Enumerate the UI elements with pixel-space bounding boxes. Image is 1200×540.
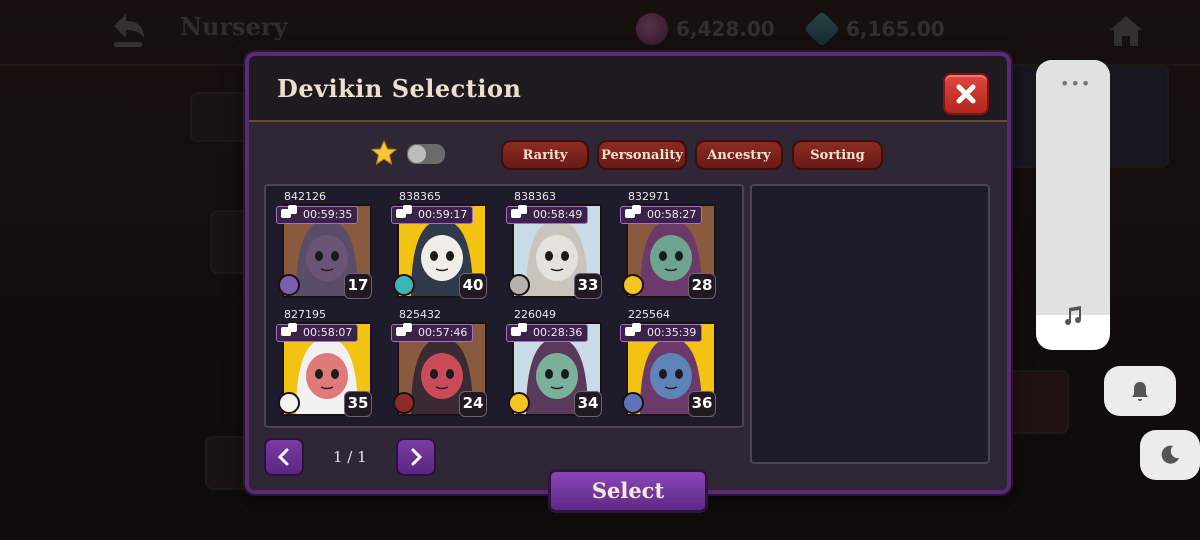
moon-icon — [622, 392, 644, 414]
timer-hand-icon — [625, 323, 641, 336]
toggle-knob — [408, 145, 426, 163]
timer-hand-icon — [396, 205, 412, 218]
incubation-timer: 00:59:17 — [391, 205, 474, 224]
devikin-id: 838363 — [514, 190, 556, 203]
devikin-card[interactable]: 842126 00:59:35 17 — [270, 188, 372, 304]
select-button[interactable]: Select — [548, 469, 708, 513]
skull-icon — [508, 274, 530, 296]
timer-hand-icon — [281, 323, 297, 336]
devikin-id: 825432 — [399, 308, 441, 321]
devikin-id: 827195 — [284, 308, 326, 321]
incubation-timer: 00:58:27 — [620, 205, 703, 224]
devikin-card[interactable]: 225564 00:35:39 36 — [614, 306, 716, 422]
system-volume-panel[interactable]: ••• — [1036, 60, 1110, 350]
next-page-button[interactable] — [396, 438, 436, 476]
timer-hand-icon — [511, 323, 527, 336]
more-options-icon[interactable]: ••• — [1060, 74, 1091, 93]
sorting-filter-button[interactable]: Sorting — [792, 140, 883, 170]
volume-track — [1036, 60, 1110, 315]
timer-text: 00:58:49 — [533, 208, 583, 221]
devikin-card[interactable]: 226049 00:28:36 34 — [500, 306, 602, 422]
timer-hand-icon — [625, 205, 641, 218]
triangle-icon — [393, 274, 415, 296]
devikin-grid: 842126 00:59:35 17 838365 00:59:17 40 838363 00… — [264, 184, 744, 428]
timer-text: 00:59:35 — [303, 208, 353, 221]
timer-text: 00:58:07 — [303, 326, 353, 339]
devikin-id: 842126 — [284, 190, 326, 203]
timer-text: 00:59:17 — [418, 208, 468, 221]
devikin-id: 832971 — [628, 190, 670, 203]
notification-button[interactable] — [1104, 366, 1176, 416]
timer-text: 00:28:36 — [533, 326, 583, 339]
devikin-card[interactable]: 838365 00:59:17 40 — [385, 188, 487, 304]
devikin-level: 24 — [459, 391, 487, 417]
flame-icon — [393, 392, 415, 414]
incubation-timer: 00:59:35 — [276, 205, 359, 224]
devikin-id: 225564 — [628, 308, 670, 321]
timer-text: 00:57:46 — [418, 326, 468, 339]
favorites-toggle[interactable] — [406, 143, 446, 165]
info-icon — [278, 392, 300, 414]
prev-page-button[interactable] — [264, 438, 304, 476]
devikin-id: 226049 — [514, 308, 556, 321]
devikin-level: 36 — [688, 391, 716, 417]
question-icon — [622, 274, 644, 296]
modal-title: Devikin Selection — [277, 74, 522, 103]
question-icon — [508, 392, 530, 414]
moon-icon — [1161, 445, 1179, 464]
timer-text: 00:58:27 — [647, 208, 697, 221]
timer-hand-icon — [396, 323, 412, 336]
devikin-card[interactable]: 838363 00:58:49 33 — [500, 188, 602, 304]
incubation-timer: 00:58:49 — [506, 205, 589, 224]
devikin-level: 28 — [688, 273, 716, 299]
devikin-selection-modal: Devikin Selection Rarity Personality Anc… — [245, 52, 1011, 513]
devikin-level: 40 — [459, 273, 487, 299]
devikin-level: 35 — [344, 391, 372, 417]
devikin-level: 17 — [344, 273, 372, 299]
incubation-timer: 00:57:46 — [391, 323, 474, 342]
music-note-icon — [1065, 306, 1082, 326]
personality-filter-button[interactable]: Personality — [597, 140, 687, 170]
close-button[interactable] — [943, 73, 989, 115]
chevron-left-icon — [277, 448, 289, 466]
devikin-card[interactable]: 827195 00:58:07 35 — [270, 306, 372, 422]
timer-text: 00:35:39 — [647, 326, 697, 339]
favorite-star-icon — [371, 140, 397, 166]
timer-hand-icon — [511, 205, 527, 218]
devikin-level: 34 — [574, 391, 602, 417]
page-indicator: 1 / 1 — [333, 448, 367, 466]
modal-body: Rarity Personality Ancestry Sorting 8421… — [249, 122, 1007, 513]
devikin-card[interactable]: 832971 00:58:27 28 — [614, 188, 716, 304]
rarity-filter-button[interactable]: Rarity — [501, 140, 589, 170]
incubation-timer: 00:28:36 — [506, 323, 589, 342]
devikin-id: 838365 — [399, 190, 441, 203]
close-icon — [956, 84, 976, 104]
chevron-right-icon — [411, 448, 423, 466]
modal-header: Devikin Selection — [249, 56, 1007, 122]
devikin-level: 33 — [574, 273, 602, 299]
bell-icon — [1132, 382, 1148, 401]
incubation-timer: 00:58:07 — [276, 323, 359, 342]
devikin-detail-panel — [750, 184, 990, 464]
timer-hand-icon — [281, 205, 297, 218]
ancestry-filter-button[interactable]: Ancestry — [695, 140, 783, 170]
dark-mode-button[interactable] — [1140, 430, 1200, 480]
heart-icon — [278, 274, 300, 296]
incubation-timer: 00:35:39 — [620, 323, 703, 342]
devikin-card[interactable]: 825432 00:57:46 24 — [385, 306, 487, 422]
